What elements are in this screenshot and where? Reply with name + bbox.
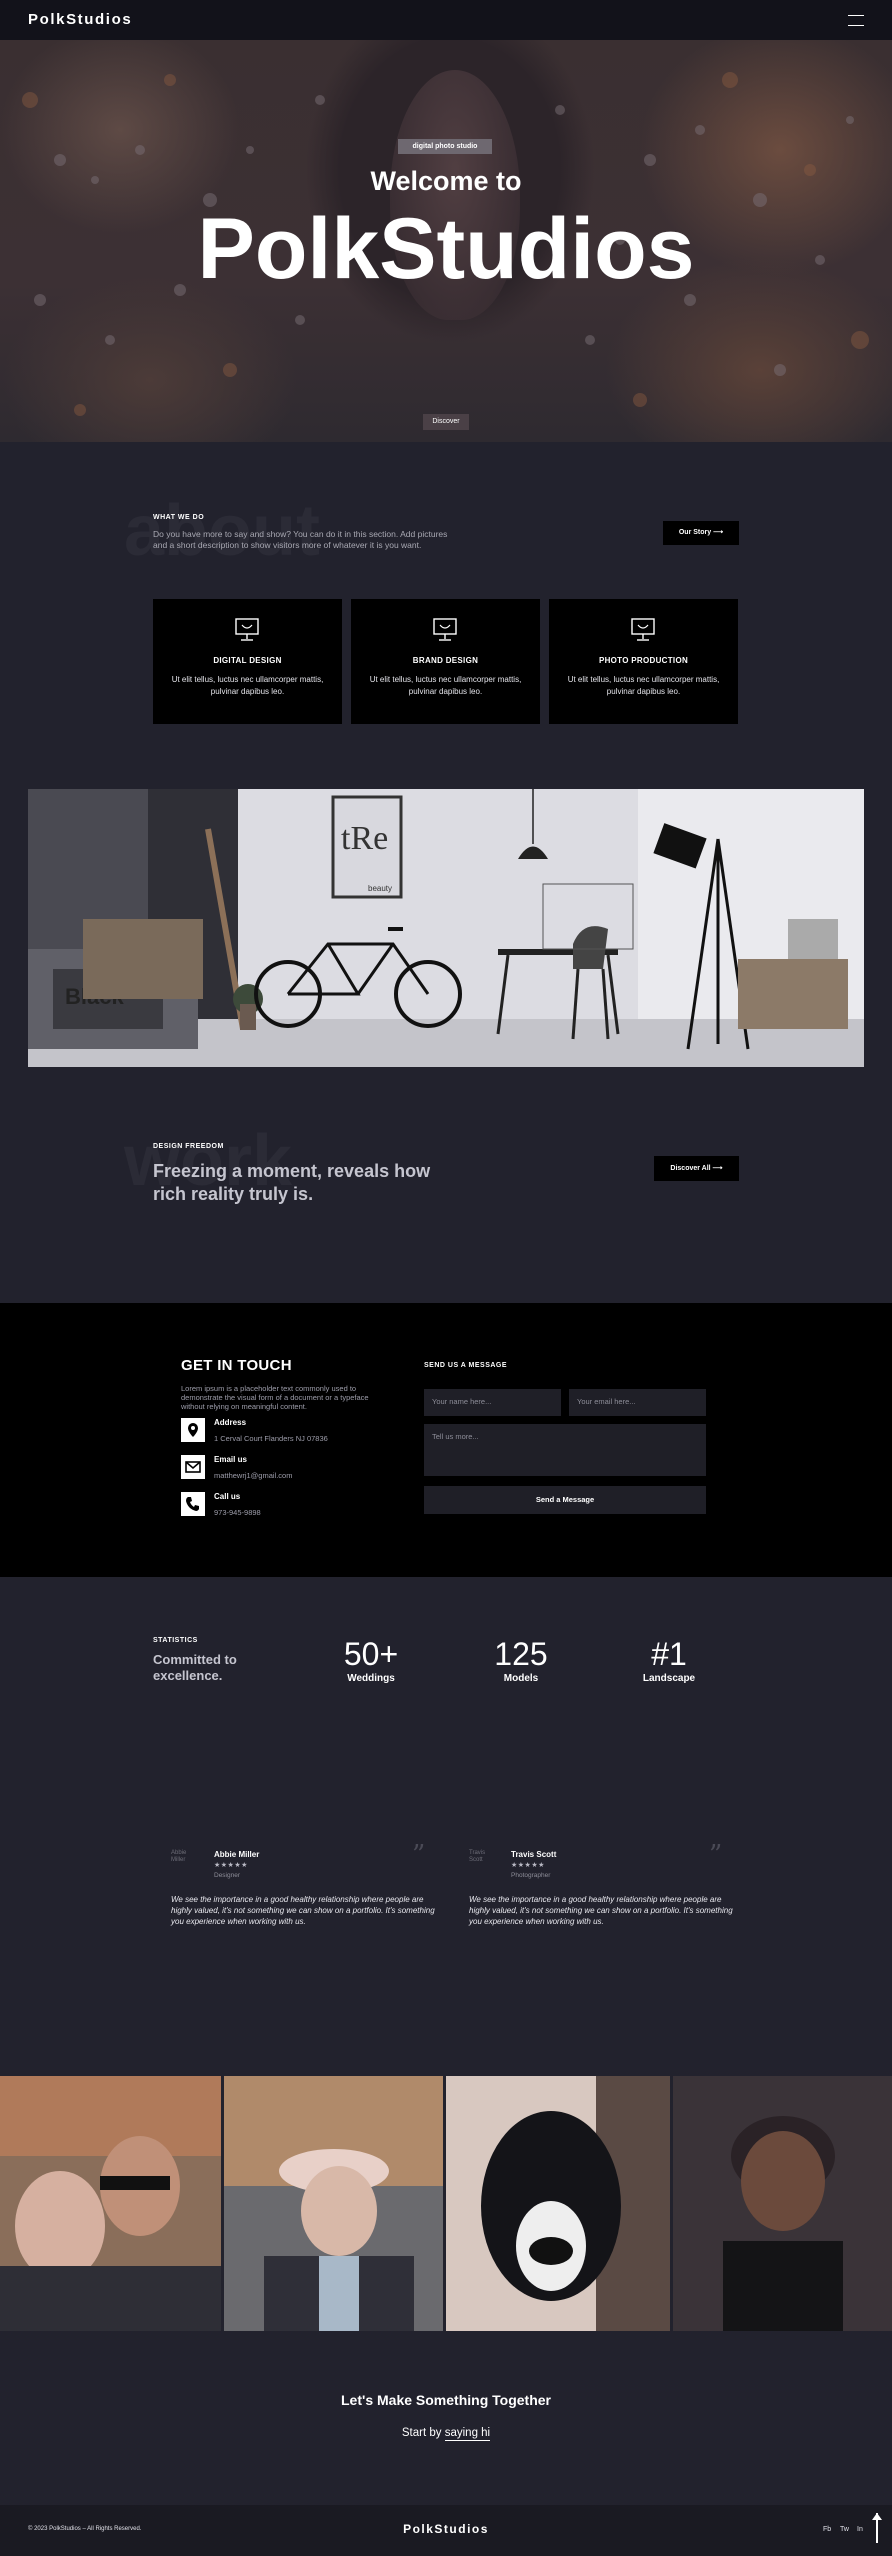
design-freedom-heading: Freezing a moment, reveals how rich real… xyxy=(153,1161,431,1204)
send-message-button[interactable]: Send a Message xyxy=(424,1486,706,1514)
star-rating: ★★★★★ xyxy=(511,1862,545,1869)
our-story-button[interactable]: Our Story ⟶ xyxy=(663,521,739,545)
star-rating: ★★★★★ xyxy=(214,1862,248,1869)
email-value[interactable]: matthewrj1@gmail.com xyxy=(214,1471,292,1480)
card-text: Ut elit tellus, luctus nec ullamcorper m… xyxy=(171,675,324,696)
what-we-do-description: Do you have more to say and show? You ca… xyxy=(153,529,448,550)
site-header xyxy=(0,0,892,40)
saying-hi-link[interactable]: saying hi xyxy=(444,2427,491,2441)
hero-tag: digital photo studio xyxy=(398,139,492,154)
statistics-heading: Committed to excellence. xyxy=(153,1652,237,1683)
hero-welcome: Welcome to xyxy=(370,166,522,196)
testimonial-text: We see the importance in a good healthy … xyxy=(469,1895,733,1926)
quote-icon: ” xyxy=(412,1840,426,1870)
mail-icon xyxy=(181,1455,205,1479)
card-text: Ut elit tellus, luctus nec ullamcorper m… xyxy=(369,675,522,696)
cta-heading: Let's Make Something Together xyxy=(341,2392,551,2408)
service-card-photo-production: PHOTO PRODUCTION Ut elit tellus, luctus … xyxy=(549,599,738,724)
gallery-photo-3[interactable] xyxy=(446,2076,670,2331)
stat-weddings-number: 50+ xyxy=(343,1636,399,1672)
stat-weddings-label: Weddings xyxy=(347,1673,395,1684)
social-link-facebook[interactable]: Fb xyxy=(823,2526,831,2533)
testimonial-role: Photographer xyxy=(511,1872,551,1879)
email-label: Email us xyxy=(214,1455,247,1464)
monitor-icon xyxy=(433,618,457,641)
phone-icon xyxy=(181,1492,205,1516)
hero-title: PolkStudios xyxy=(197,201,695,297)
studio-photo: Black tRe beauty xyxy=(28,789,864,1067)
monitor-icon xyxy=(631,618,655,641)
monitor-icon xyxy=(235,618,259,641)
social-link-instagram[interactable]: In xyxy=(857,2526,863,2533)
stat-models-number: 125 xyxy=(494,1636,548,1672)
service-card-brand-design: BRAND DESIGN Ut elit tellus, luctus nec … xyxy=(351,599,540,724)
social-link-twitter[interactable]: Tw xyxy=(840,2526,849,2533)
discover-all-button[interactable]: Discover All ⟶ xyxy=(654,1156,739,1181)
email-input[interactable]: Your email here... xyxy=(569,1389,706,1416)
what-we-do-label: WHAT WE DO xyxy=(153,514,205,521)
card-title: BRAND DESIGN xyxy=(412,656,479,665)
testimonial-name: Abbie Miller xyxy=(214,1850,260,1859)
card-title: PHOTO PRODUCTION xyxy=(598,656,689,665)
gallery-photo-4[interactable] xyxy=(673,2076,892,2331)
testimonial-name: Travis Scott xyxy=(511,1850,557,1859)
testimonial-text: We see the importance in a good healthy … xyxy=(171,1895,435,1926)
avatar: Abbie Miller xyxy=(171,1850,187,1863)
gallery-photo-1[interactable] xyxy=(0,2076,221,2331)
card-text: Ut elit tellus, luctus nec ullamcorper m… xyxy=(567,675,720,696)
contact-title: GET IN TOUCH xyxy=(181,1357,292,1374)
stat-landscape-number: #1 xyxy=(651,1636,687,1672)
send-message-label: SEND US A MESSAGE xyxy=(424,1362,508,1369)
stat-models-label: Models xyxy=(503,1673,539,1684)
scroll-to-top-icon[interactable] xyxy=(872,2513,882,2543)
poster-text: tRe xyxy=(341,820,388,857)
address-label: Address xyxy=(214,1418,247,1427)
footer-logo[interactable]: PolkStudios xyxy=(0,2522,892,2536)
phone-label: Call us xyxy=(214,1492,241,1501)
message-textarea[interactable]: Tell us more... xyxy=(424,1424,706,1476)
design-freedom-label: DESIGN FREEDOM xyxy=(153,1143,224,1150)
statistics-label: STATISTICS xyxy=(153,1637,198,1644)
cta-prefix: Start by xyxy=(401,2427,442,2439)
testimonial-role: Designer xyxy=(214,1872,241,1879)
name-input[interactable]: Your name here... xyxy=(424,1389,561,1416)
gallery-photo-2[interactable] xyxy=(224,2076,443,2331)
phone-value[interactable]: 973-945-9898 xyxy=(214,1508,261,1517)
site-logo[interactable]: PolkStudios xyxy=(28,11,132,28)
service-card-digital-design: DIGITAL DESIGN Ut elit tellus, luctus ne… xyxy=(153,599,342,724)
menu-icon[interactable] xyxy=(848,15,864,26)
stat-landscape-label: Landscape xyxy=(642,1673,696,1684)
card-title: DIGITAL DESIGN xyxy=(213,656,282,665)
contact-description: Lorem ipsum is a placeholder text common… xyxy=(181,1384,369,1411)
avatar: Travis Scott xyxy=(469,1850,486,1863)
quote-icon: ” xyxy=(709,1840,723,1870)
location-pin-icon xyxy=(181,1418,205,1442)
discover-button[interactable]: Discover xyxy=(423,414,469,430)
poster-caption: beauty xyxy=(368,884,392,893)
address-value: 1 Cerval Court Flanders NJ 07836 xyxy=(214,1434,328,1443)
cta-subline: Start by saying hi xyxy=(0,2427,892,2441)
